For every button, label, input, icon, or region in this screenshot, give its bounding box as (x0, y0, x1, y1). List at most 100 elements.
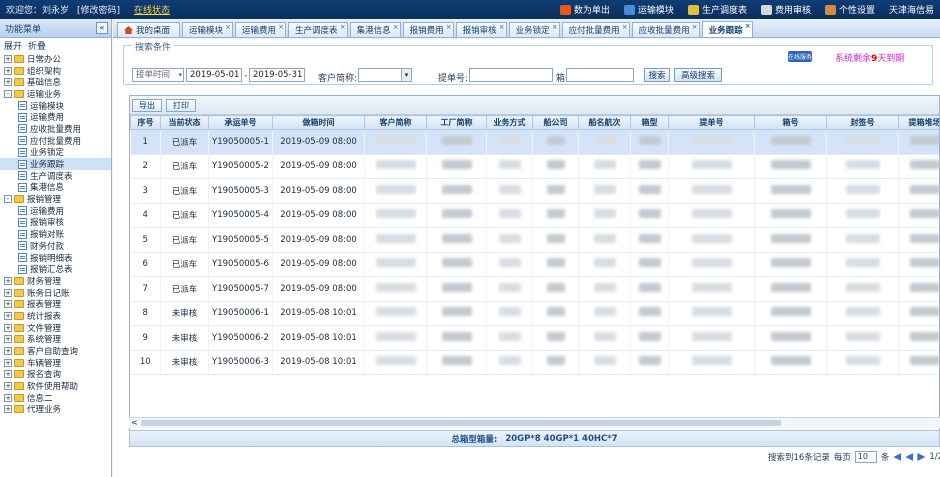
sidebar-item[interactable]: + 信息二 (0, 392, 111, 404)
date-to-input[interactable]: 2019-05-31 (249, 68, 305, 82)
bill-no-input[interactable] (469, 68, 553, 82)
tab[interactable]: 运输模块 × (182, 22, 234, 37)
next-page-icon[interactable] (917, 453, 926, 461)
close-tab-icon[interactable]: × (692, 23, 698, 31)
sidebar-item[interactable]: + 账务日记账 (0, 287, 111, 298)
sidebar-item[interactable]: 报销汇总表 (0, 263, 111, 275)
expand-icon[interactable]: + (4, 323, 12, 332)
top-menu-item[interactable]: 运输模块 (623, 3, 674, 16)
sidebar-item[interactable]: + 基础信息 (0, 76, 111, 88)
table-row[interactable]: 7 已派车 Y19050005-7 2019-05-09 08:00 (130, 276, 939, 302)
sidebar-item[interactable]: + 报名查询 (0, 369, 111, 380)
expand-icon[interactable]: + (4, 335, 12, 344)
sidebar-item[interactable]: 运输费用 (0, 111, 111, 123)
tab[interactable]: 应收批量费用 × (631, 22, 700, 37)
expand-icon[interactable]: + (4, 358, 12, 367)
column-header[interactable]: 提箱堆场 (898, 115, 939, 130)
column-header[interactable]: 箱型 (630, 115, 669, 130)
tab[interactable]: 业务跟踪 × (701, 21, 753, 37)
first-page-icon[interactable] (893, 453, 902, 461)
top-menu-item[interactable]: 费用审核 (760, 3, 811, 16)
top-menu-item[interactable]: 数为单出 (559, 3, 610, 16)
scroll-thumb[interactable] (141, 420, 781, 426)
expand-icon[interactable]: + (4, 276, 12, 285)
expand-icon[interactable]: + (4, 393, 12, 402)
sidebar-item[interactable]: + 日常办公 (0, 53, 111, 65)
close-tab-icon[interactable]: × (552, 23, 558, 31)
export-button[interactable]: 导出 (132, 98, 162, 112)
close-tab-icon[interactable]: × (340, 23, 346, 31)
column-header[interactable]: 当前状态 (160, 115, 209, 130)
close-tab-icon[interactable]: × (225, 23, 231, 31)
sidebar-item[interactable]: 集港信息 (0, 182, 111, 193)
column-header[interactable]: 业务方式 (486, 115, 533, 130)
expand-icon[interactable]: + (4, 54, 12, 63)
expand-icon[interactable]: + (4, 382, 12, 391)
expand-icon[interactable]: + (4, 288, 12, 297)
column-header[interactable]: 客户简称 (364, 115, 427, 130)
sidebar-item[interactable]: 运输模块 (0, 100, 111, 111)
close-tab-icon[interactable]: × (446, 23, 452, 31)
tab[interactable]: 报销审核 × (455, 22, 507, 37)
close-tab-icon[interactable]: × (499, 23, 505, 31)
column-header[interactable]: 船公司 (532, 115, 579, 130)
tab[interactable]: 生产调度表 × (288, 22, 348, 37)
expand-all-link[interactable]: 展开 (4, 39, 22, 52)
expand-icon[interactable]: + (4, 347, 12, 356)
sidebar-item[interactable]: 业务锁定 (0, 147, 111, 158)
online-help-button[interactable]: 在线服务 (788, 51, 812, 62)
expand-icon[interactable]: + (4, 300, 12, 309)
tab[interactable]: 报销费用 × (402, 22, 454, 37)
advanced-search-button[interactable]: 高级搜索 (674, 68, 722, 82)
column-header[interactable]: 提单号 (668, 115, 755, 130)
sidebar-item[interactable]: + 财务管理 (0, 275, 111, 287)
date-type-select[interactable]: 接单时间 ▾ (132, 68, 184, 82)
sidebar-item[interactable]: + 客户自助查询 (0, 345, 111, 357)
box-no-input[interactable] (566, 68, 634, 82)
column-header[interactable]: 工厂简称 (426, 115, 487, 130)
horizontal-scrollbar[interactable]: < (129, 417, 940, 428)
sidebar-item[interactable]: 应付批量费用 (0, 135, 111, 147)
column-header[interactable]: 船名航次 (578, 115, 631, 130)
column-header[interactable]: 箱号 (754, 115, 827, 130)
print-button[interactable]: 打印 (166, 98, 196, 112)
online-status-link[interactable]: 在线状态 (134, 3, 170, 16)
table-row[interactable]: 10 未审核 Y19050006-3 2019-05-08 10:01 (130, 350, 939, 375)
sidebar-item[interactable]: 报销审核 (0, 217, 111, 228)
column-header[interactable]: 序号 (130, 115, 161, 130)
sidebar-item[interactable]: - 报销管理 (0, 193, 111, 205)
tab[interactable]: 应付批量费用 × (561, 22, 630, 37)
expand-icon[interactable]: + (4, 405, 12, 414)
sidebar-item[interactable]: - 运输业务 (0, 88, 111, 100)
top-menu-item[interactable]: 生产调度表 (687, 3, 747, 16)
fold-all-link[interactable]: 折叠 (28, 39, 46, 52)
tab[interactable]: 我的桌面 (117, 22, 181, 37)
customer-select[interactable]: ▾ (358, 68, 412, 82)
scroll-left-arrow[interactable]: < (131, 418, 138, 427)
prev-page-icon[interactable] (905, 453, 914, 461)
sidebar-item[interactable]: + 报表管理 (0, 298, 111, 310)
sidebar-item[interactable]: 报销对账 (0, 228, 111, 240)
collapse-icon[interactable]: - (4, 89, 12, 98)
collapse-icon[interactable]: - (4, 195, 12, 204)
expand-icon[interactable]: + (4, 311, 12, 320)
top-menu-item[interactable]: 天津海信易 (889, 3, 934, 16)
table-row[interactable]: 5 已派车 Y19050005-5 2019-05-09 08:00 (130, 227, 939, 253)
sidebar-item[interactable]: + 系统管理 (0, 334, 111, 345)
table-row[interactable]: 3 已派车 Y19050005-3 2019-05-09 08:00 (130, 178, 939, 204)
tab[interactable]: 运输费用 × (235, 22, 287, 37)
sidebar-item[interactable]: 生产调度表 (0, 170, 111, 182)
table-row[interactable]: 8 未审核 Y19050006-1 2019-05-08 10:01 (130, 301, 939, 326)
table-row[interactable]: 4 已派车 Y19050005-4 2019-05-09 08:00 (130, 203, 939, 228)
expand-icon[interactable]: + (4, 370, 12, 379)
sidebar-item[interactable]: + 文件管理 (0, 322, 111, 334)
column-header[interactable]: 封签号 (826, 115, 899, 130)
close-tab-icon[interactable]: × (278, 23, 284, 31)
sidebar-item[interactable]: 业务跟踪 (0, 158, 111, 170)
expand-icon[interactable]: + (4, 78, 12, 87)
search-button[interactable]: 搜索 (644, 68, 670, 82)
top-menu-item[interactable]: 个性设置 (824, 3, 875, 16)
expand-icon[interactable]: + (4, 66, 12, 75)
change-password-link[interactable]: [修改密码] (77, 3, 120, 16)
sidebar-item[interactable]: 运输费用 (0, 205, 111, 217)
